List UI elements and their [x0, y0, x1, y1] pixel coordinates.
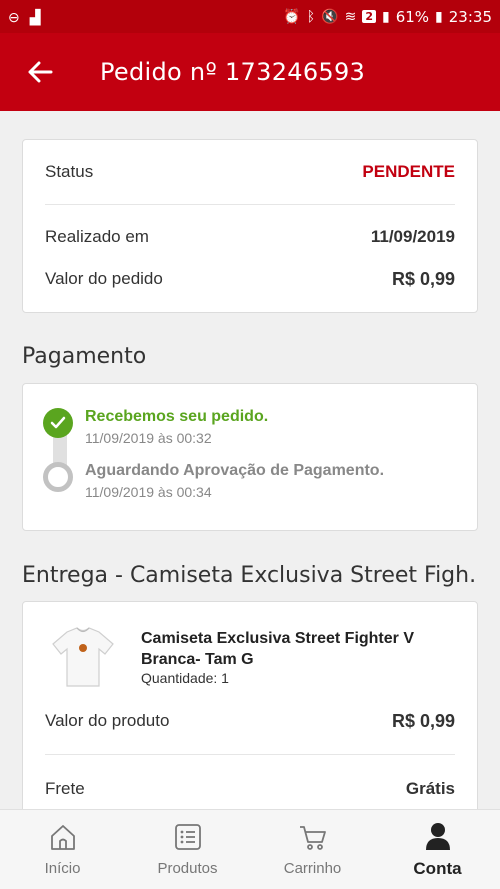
back-button[interactable] — [0, 33, 80, 111]
user-icon — [425, 822, 450, 850]
shipping-value: Grátis — [405, 779, 455, 798]
sim-badge: 2 — [362, 10, 376, 23]
do-not-disturb-icon: ⊖ — [8, 8, 20, 25]
nav-item-carrinho[interactable]: Carrinho — [250, 810, 375, 889]
timeline-step-date: 11/09/2019 às 00:32 — [85, 430, 212, 446]
wifi-icon: ≋ — [344, 8, 357, 25]
total-value: R$ 0,99 — [391, 268, 455, 289]
delivery-section-title: Entrega - Camiseta Exclusiva Street Figh… — [22, 563, 478, 588]
alarm-icon: ⏰ — [283, 8, 301, 25]
order-summary-card: Status PENDENTE Realizado em 11/09/2019 … — [22, 139, 478, 313]
timeline-step-date: 11/09/2019 às 00:34 — [85, 484, 212, 500]
system-status-bar: ⊖ ▟ ⏰ ᛒ 🔇 ≋ 2 ▮ 61% ▮ 23:35 — [0, 0, 500, 33]
payment-timeline-card: Recebemos seu pedido. 11/09/2019 às 00:3… — [22, 383, 478, 531]
date-row: Realizado em 11/09/2019 — [23, 205, 477, 269]
product-name[interactable]: Camiseta Exclusiva Street Fighter V Bran… — [141, 628, 461, 670]
cart-icon — [299, 826, 326, 850]
nav-label: Conta — [413, 858, 462, 878]
total-label: Valor do pedido — [45, 269, 163, 288]
bottom-navigation: Início Produtos Carrinho Conta — [0, 809, 500, 889]
shipping-row: Frete Grátis — [23, 774, 477, 804]
shopping-bag-icon: ▟ — [29, 8, 41, 25]
arrow-back-icon — [28, 61, 53, 83]
payment-section-title: Pagamento — [22, 344, 147, 369]
nav-label: Início — [44, 860, 81, 877]
signal-icon: ▮ — [381, 8, 390, 25]
home-icon — [50, 825, 75, 850]
divider — [45, 754, 455, 755]
bluetooth-icon: ᛒ — [306, 8, 316, 25]
nav-item-conta[interactable]: Conta — [375, 810, 500, 889]
delivery-card: Camiseta Exclusiva Street Fighter V Bran… — [22, 601, 478, 841]
timeline-step-received: Recebemos seu pedido. 11/09/2019 às 00:3… — [43, 408, 268, 446]
timeline-step-awaiting: Aguardando Aprovação de Pagamento. 11/09… — [43, 462, 384, 500]
nav-item-inicio[interactable]: Início — [0, 810, 125, 889]
mute-icon: 🔇 — [321, 8, 339, 25]
nav-label: Carrinho — [283, 860, 342, 877]
product-value-label: Valor do produto — [45, 711, 170, 730]
timeline-step-title: Aguardando Aprovação de Pagamento. — [85, 462, 385, 479]
check-circle-icon — [43, 408, 73, 438]
status-label: Status — [45, 162, 94, 181]
product-value: R$ 0,99 — [391, 710, 455, 731]
date-value: 11/09/2019 — [370, 227, 455, 246]
nav-item-produtos[interactable]: Produtos — [125, 810, 250, 889]
clock: 23:35 — [448, 7, 492, 26]
product-quantity: Quantidade: 1 — [141, 670, 229, 686]
date-label: Realizado em — [45, 227, 149, 246]
product-thumbnail[interactable] — [45, 624, 121, 694]
status-badge: PENDENTE — [362, 162, 455, 181]
timeline-step-title: Recebemos seu pedido. — [85, 408, 269, 425]
product-value-row: Valor do produto R$ 0,99 — [23, 706, 477, 736]
total-row: Valor do pedido R$ 0,99 — [23, 269, 477, 289]
nav-label: Produtos — [157, 860, 218, 877]
pending-circle-icon — [43, 462, 73, 492]
status-row: Status PENDENTE — [23, 140, 477, 204]
shipping-label: Frete — [45, 779, 85, 798]
battery-level: 61% — [395, 7, 430, 26]
app-bar: Pedido nº 173246593 — [0, 33, 500, 111]
list-icon — [174, 824, 201, 850]
page-title: Pedido nº 173246593 — [100, 58, 366, 86]
battery-icon: ▮ — [435, 8, 443, 25]
